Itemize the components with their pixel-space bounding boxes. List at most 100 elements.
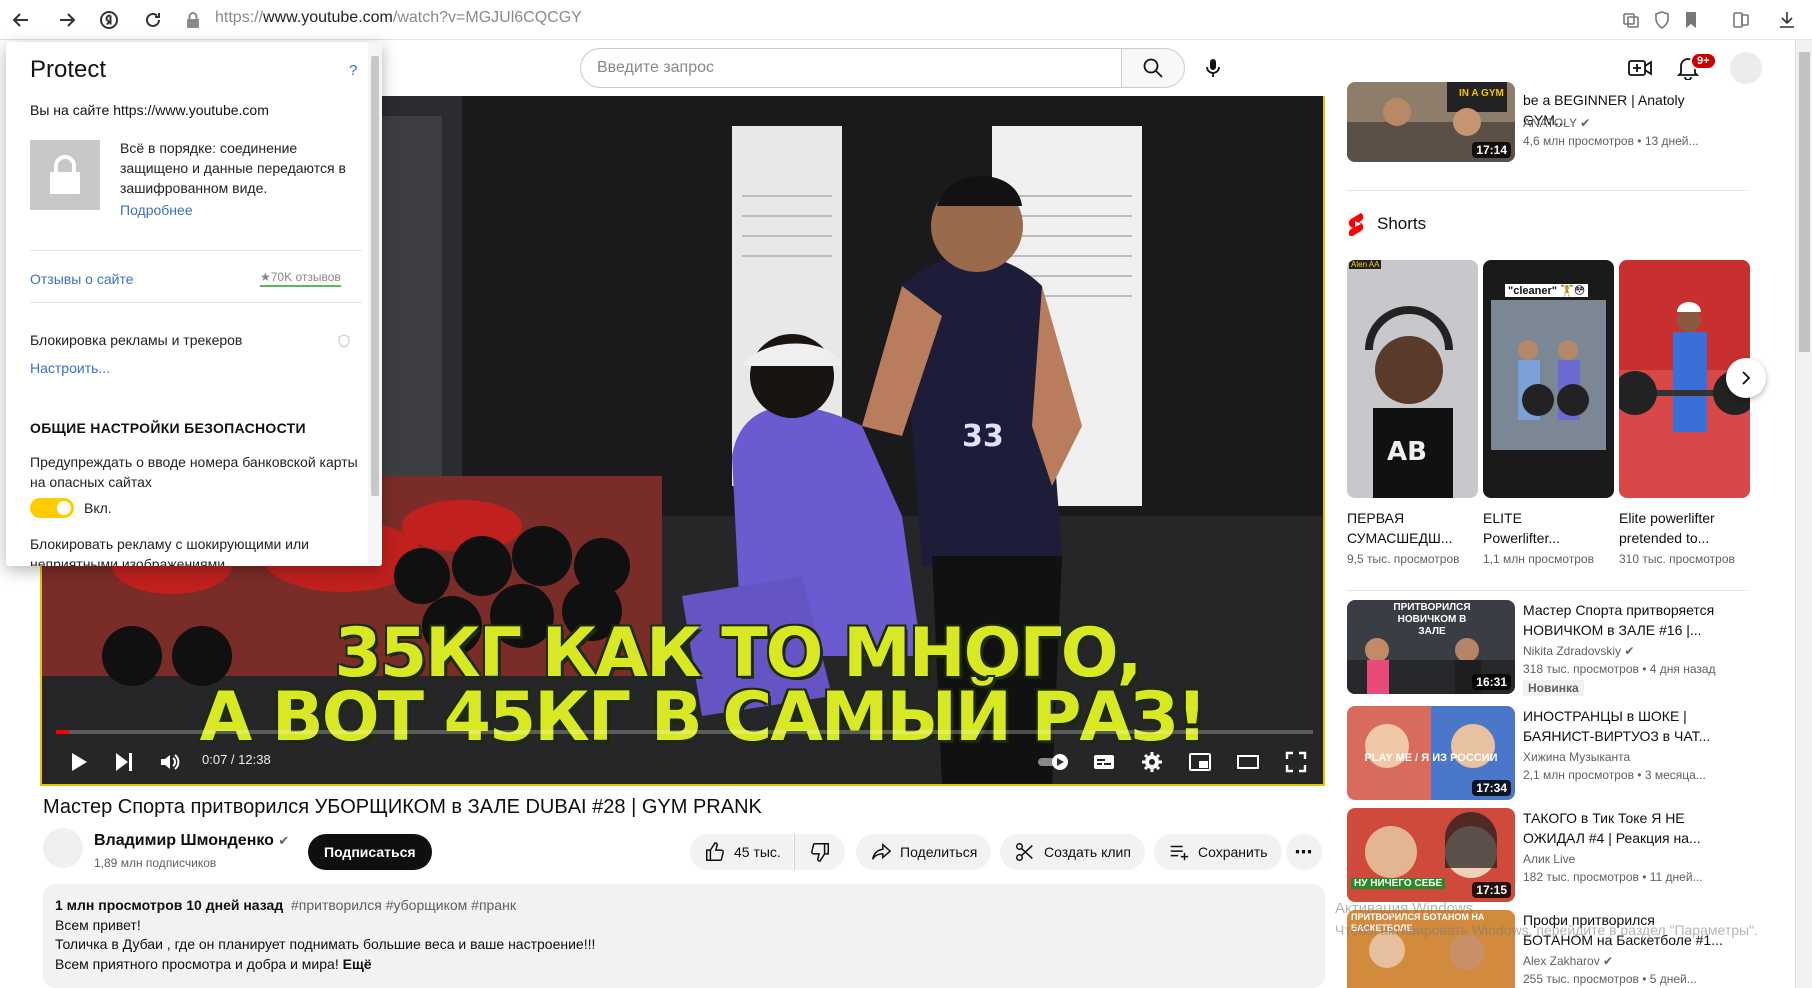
- verified-icon: ✔: [1603, 954, 1614, 968]
- help-link[interactable]: ?: [349, 62, 357, 79]
- save-button[interactable]: Сохранить: [1154, 834, 1282, 870]
- popup-scrollbar-thumb[interactable]: [371, 56, 379, 496]
- show-more-button[interactable]: Ещё: [343, 956, 372, 972]
- address-bar[interactable]: https://www.youtube.com/watch?v=MGJUl6CQ…: [215, 9, 582, 27]
- reviews-count[interactable]: ★70K отзывов: [260, 270, 341, 287]
- short-thumbnail-text: Alen AA: [1349, 260, 1382, 269]
- video-title: Мастер Спорта притворяется НОВИЧКОМ в ЗА…: [1523, 602, 1715, 638]
- settings-button[interactable]: [1134, 744, 1170, 780]
- short-title-line2: pretended to...: [1619, 530, 1710, 546]
- description-line1: Всем привет!: [55, 916, 141, 933]
- short-item[interactable]: Elite powerlifter pretended to... 310 тыс…: [1619, 260, 1750, 566]
- short-title-line2: СУМАСШЕДШ...: [1347, 530, 1453, 546]
- adblock-label: Блокировка рекламы и трекеров: [30, 332, 243, 348]
- related-video[interactable]: PLAY ME / Я ИЗ РОССИИ 17:34 ИНОСТРАНЦЫ в…: [1347, 706, 1747, 802]
- channel-name: ANATOLY ✔: [1523, 116, 1590, 130]
- site-reviews-link[interactable]: Отзывы о сайте: [30, 271, 134, 287]
- autoplay-toggle[interactable]: [1032, 744, 1076, 780]
- verified-icon: ✔: [278, 833, 290, 848]
- forward-icon[interactable]: [52, 6, 82, 34]
- reload-icon[interactable]: [138, 6, 168, 34]
- popup-scrollbar[interactable]: [368, 42, 382, 566]
- voice-search-button[interactable]: [1193, 48, 1233, 88]
- description-box[interactable]: 1 млн просмотров 10 дней назад #притвори…: [43, 884, 1325, 988]
- share-label: Поделиться: [900, 844, 978, 860]
- time-display: 0:07 / 12:38: [202, 752, 271, 767]
- miniplayer-button[interactable]: [1182, 744, 1218, 780]
- channel-name-text: Nikita Zdradovskiy: [1523, 644, 1622, 658]
- verified-icon: ✔: [1580, 116, 1591, 130]
- short-title-line1: Elite powerlifter: [1619, 510, 1715, 526]
- video-duration: 17:14: [1472, 142, 1511, 158]
- volume-icon: [161, 754, 180, 770]
- short-item[interactable]: "cleaner" 🏋️😳 ELITE Powerlifter... 1,1 мл…: [1483, 260, 1614, 566]
- related-video[interactable]: IN A GYM 17:14 be a BEGINNER | Anatoly G…: [1347, 82, 1747, 172]
- save-label: Сохранить: [1198, 844, 1268, 860]
- video-camera-plus-icon: [1628, 60, 1652, 76]
- subscribe-button[interactable]: Подписаться: [308, 834, 432, 870]
- description-stats: 1 млн просмотров 10 дней назад: [55, 897, 284, 913]
- scissors-icon: [1016, 843, 1033, 861]
- dislike-button[interactable]: [794, 834, 845, 870]
- play-button[interactable]: [60, 744, 96, 780]
- details-link[interactable]: Подробнее: [120, 202, 193, 218]
- short-item[interactable]: AB Alen AA ПЕРВАЯ СУМАСШЕДШ... 9,5 тыс. п…: [1347, 260, 1478, 566]
- share-button[interactable]: Поделиться: [856, 834, 992, 870]
- more-actions-button[interactable]: ⋯: [1286, 834, 1322, 870]
- play-icon: [72, 753, 87, 771]
- channel-name[interactable]: Владимир Шмонденко ✔: [94, 832, 289, 850]
- like-button[interactable]: 45 тыс.: [690, 834, 793, 870]
- channel-name: Хижина Музыканта: [1523, 750, 1631, 764]
- card-warning-toggle[interactable]: [30, 498, 74, 518]
- bookmark-icon[interactable]: [1680, 9, 1702, 31]
- search-box[interactable]: [580, 48, 1121, 88]
- theater-mode-button[interactable]: [1230, 744, 1266, 780]
- subtitles-button[interactable]: [1086, 744, 1122, 780]
- shock-ads-label: Блокировать рекламу с шокирующими или не…: [30, 536, 309, 566]
- account-avatar[interactable]: [1730, 52, 1762, 84]
- shield-icon: [338, 334, 350, 353]
- short-title-line2: Powerlifter...: [1483, 530, 1561, 546]
- video-meta: 255 тыс. просмотров • 5 дней...: [1523, 972, 1697, 986]
- lock-icon[interactable]: [178, 6, 208, 34]
- padlock-icon: [30, 140, 100, 210]
- divider: [30, 302, 362, 303]
- thumbs-up-icon: [706, 842, 724, 861]
- related-video[interactable]: НУ НИЧЕГО СЕБЕ 17:15 ТАКОГО в Тик Токе Я…: [1347, 808, 1747, 904]
- video-thumbnail: IN A GYM 17:14: [1347, 82, 1515, 162]
- download-icon[interactable]: [1776, 9, 1798, 31]
- yandex-icon[interactable]: [94, 6, 124, 34]
- next-button[interactable]: [106, 744, 142, 780]
- protect-title: Protect: [30, 56, 107, 83]
- back-icon[interactable]: [6, 6, 36, 34]
- fullscreen-button[interactable]: [1278, 744, 1314, 780]
- translate-icon[interactable]: [1620, 9, 1642, 31]
- search-button[interactable]: [1121, 48, 1185, 88]
- collections-icon[interactable]: [1730, 9, 1752, 31]
- shorts-header: Shorts: [1347, 212, 1426, 236]
- related-video[interactable]: ПРИТВОРИЛСЯ НОВИЧКОМ В ЗАЛЕ 16:31 Мастер…: [1347, 600, 1747, 696]
- search-input[interactable]: [581, 49, 1121, 87]
- channel-avatar[interactable]: [43, 828, 83, 868]
- configure-link[interactable]: Настроить...: [30, 360, 110, 376]
- shorts-next-button[interactable]: [1726, 358, 1766, 398]
- protect-popup: Protect ? Вы на сайте https://www.youtub…: [6, 42, 382, 566]
- short-title-line1: ПЕРВАЯ: [1347, 510, 1405, 526]
- protect-shield-icon[interactable]: [1651, 9, 1673, 31]
- autoplay-icon: [1038, 754, 1068, 770]
- url-path: /watch?v=MGJUl6CQCGY: [392, 9, 582, 26]
- progress-bar[interactable]: [56, 730, 1313, 734]
- divider: [30, 250, 362, 251]
- page-scrollbar[interactable]: [1795, 40, 1812, 988]
- create-clip-label: Создать клип: [1044, 844, 1131, 860]
- video-thumbnail: PLAY ME / Я ИЗ РОССИИ 17:34: [1347, 706, 1515, 800]
- create-clip-button[interactable]: Создать клип: [1000, 834, 1145, 870]
- subtitles-icon: [1094, 755, 1114, 769]
- video-title: ИНОСТРАНЦЫ в ШОКЕ | БАЯНИСТ-ВИРТУОЗ в ЧА…: [1523, 708, 1711, 744]
- volume-button[interactable]: [152, 744, 188, 780]
- skip-next-icon: [116, 753, 132, 771]
- url-host: www.youtube.com: [263, 9, 393, 26]
- scrollbar-thumb[interactable]: [1799, 52, 1810, 352]
- create-video-button[interactable]: [1622, 52, 1658, 84]
- video-duration: 16:31: [1472, 674, 1511, 690]
